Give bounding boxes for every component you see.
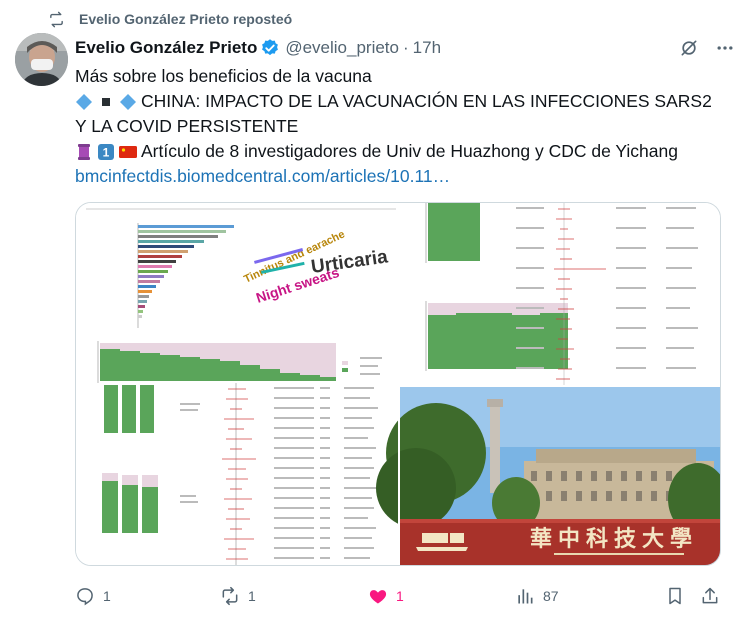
- tweet-header: Evelio González Prieto @evelio_prieto · …: [75, 36, 735, 60]
- like-button[interactable]: 1: [368, 586, 404, 606]
- article-link[interactable]: bmcinfectdis.biomedcentral.com/articles/…: [75, 164, 735, 189]
- avatar[interactable]: [15, 33, 68, 86]
- campus-sign-text: 華中科技大學: [530, 526, 698, 552]
- blue-diamond-icon: [76, 93, 92, 110]
- share-button[interactable]: [700, 586, 720, 606]
- figure-panel-g-bars: [97, 341, 348, 383]
- blue-diamond-icon: [120, 93, 136, 110]
- tweet-line-3: Y LA COVID PERSISTENTE: [75, 116, 299, 136]
- heart-icon: [369, 590, 387, 604]
- campus-photo: 華中科技大學: [376, 387, 720, 565]
- repost-header[interactable]: Evelio González Prieto reposteó: [48, 9, 292, 29]
- black-square-icon: [102, 97, 110, 106]
- svg-text:1: 1: [103, 145, 110, 159]
- tweet-line-4: 1 Artículo de 8 investigadores de Univ d…: [75, 139, 735, 164]
- media-grid[interactable]: Urticaria Tinnitus and earache Night swe…: [75, 202, 721, 566]
- tweet-line-4-text: Artículo de 8 investigadores de Univ de …: [141, 141, 678, 161]
- bookmark-icon: [669, 587, 681, 605]
- repost-icon: [222, 586, 238, 606]
- repost-icon: [50, 11, 63, 27]
- repost-text: Evelio González Prieto reposteó: [79, 11, 293, 27]
- views-button[interactable]: 87: [515, 586, 559, 606]
- tweet-line-2: CHINA: IMPACTO DE LA VACUNACIÓN EN LAS I…: [75, 89, 735, 114]
- timestamp[interactable]: 17h: [413, 38, 441, 58]
- analytics-icon: [518, 589, 533, 604]
- figure-left-panel: Urticaria Tinnitus and earache Night swe…: [76, 203, 398, 565]
- separator-dot: ·: [402, 38, 409, 57]
- reply-icon: [77, 588, 93, 606]
- repost-button[interactable]: 1: [220, 586, 256, 606]
- tweet-text: Más sobre los beneficios de la vacuna CH…: [75, 64, 735, 189]
- grok-icon[interactable]: [679, 38, 699, 58]
- tweet-line-1: Más sobre los beneficios de la vacuna: [75, 66, 372, 86]
- more-options-icon[interactable]: [715, 38, 735, 58]
- action-bar: 1 1 1 87: [75, 583, 725, 609]
- tweet-line-2-text: CHINA: IMPACTO DE LA VACUNACIÓN EN LAS I…: [141, 91, 712, 111]
- reply-count: 1: [103, 588, 111, 604]
- views-count: 87: [543, 588, 559, 604]
- like-count: 1: [396, 588, 404, 604]
- verified-badge-icon: [262, 39, 279, 56]
- reply-button[interactable]: 1: [75, 586, 111, 606]
- china-flag-icon: [119, 145, 137, 158]
- bookmark-button[interactable]: [665, 586, 685, 606]
- repost-count: 1: [248, 588, 256, 604]
- figure-right-top-panel: [400, 203, 720, 385]
- author-handle[interactable]: @evelio_prieto: [285, 38, 399, 58]
- share-icon: [702, 587, 718, 604]
- hust-logo: [416, 533, 468, 551]
- keycap-one-icon: 1: [98, 143, 114, 160]
- author-name[interactable]: Evelio González Prieto: [75, 38, 257, 58]
- thread-spool-icon: [78, 143, 90, 160]
